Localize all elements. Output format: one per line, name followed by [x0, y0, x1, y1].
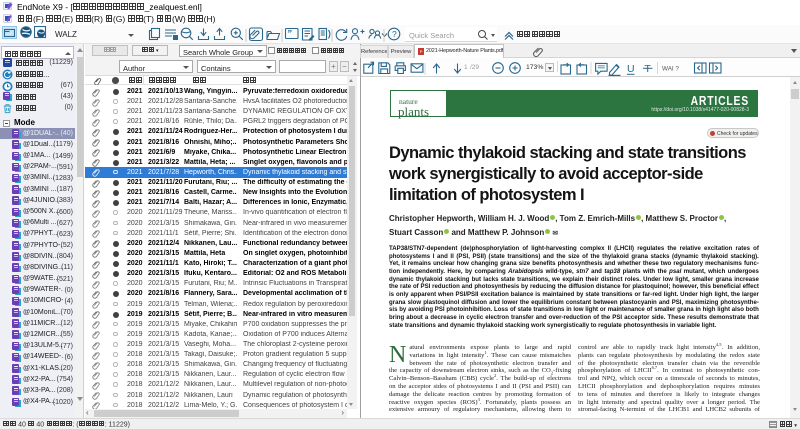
- svg-text:WAI ?: WAI ?: [662, 66, 679, 73]
- svg-text:T: T: [645, 63, 652, 75]
- svg-text:U: U: [627, 63, 635, 75]
- svg-text:?: ?: [392, 29, 397, 39]
- svg-text:”: ”: [288, 29, 293, 39]
